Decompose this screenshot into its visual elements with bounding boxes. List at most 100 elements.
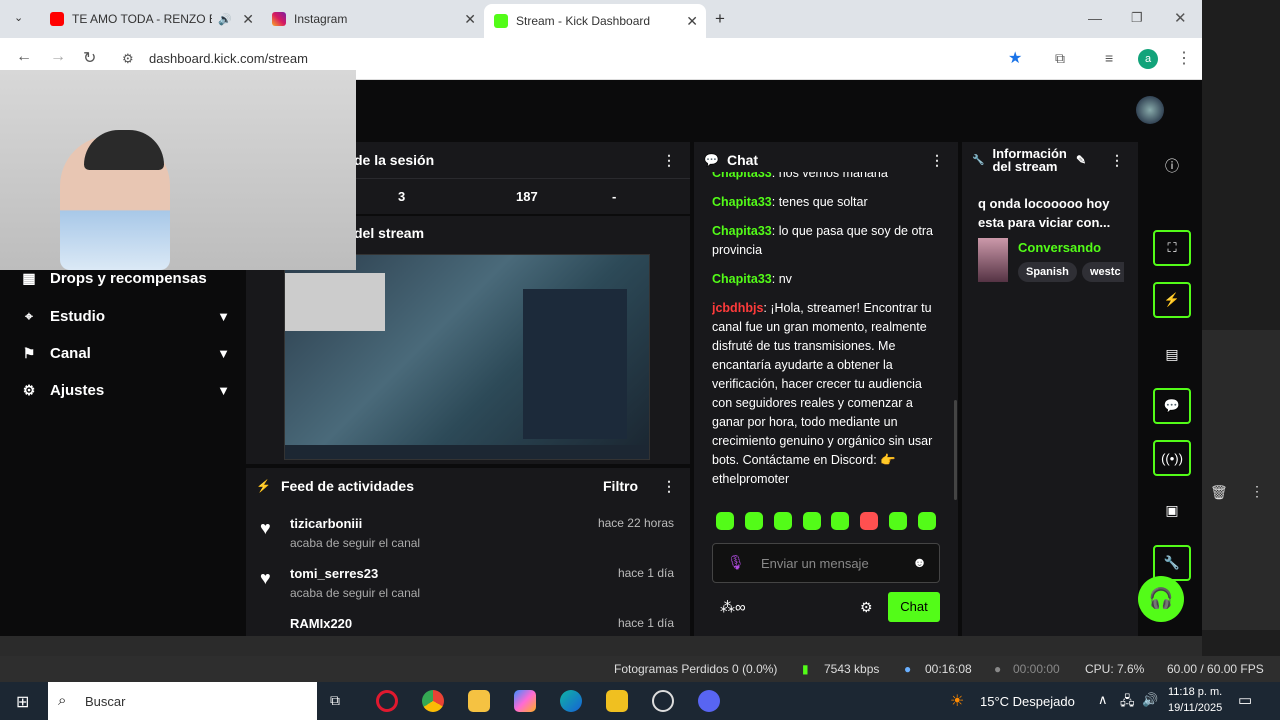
copilot-icon[interactable] (514, 690, 536, 712)
notifications-icon[interactable]: ▭ (1238, 691, 1252, 709)
feed-time: hace 1 día (617, 566, 674, 580)
more-icon[interactable]: ⋮ (930, 152, 944, 169)
profile-avatar[interactable]: a (1138, 49, 1158, 69)
restore-icon[interactable]: ❐ (1131, 10, 1143, 26)
task-view-icon[interactable]: ⧉ (330, 692, 340, 709)
forward-icon[interactable]: → (50, 48, 66, 66)
emote-icon[interactable] (831, 512, 850, 530)
chat-text: nv (778, 272, 792, 286)
dropped-frames: Fotogramas Perdidos 0 (0.0%) (614, 662, 778, 676)
more-icon[interactable]: ⋮ (662, 478, 676, 495)
user-avatar[interactable] (1136, 96, 1164, 124)
chat-input[interactable]: 🎙 Enviar un mensaje ☻ (712, 543, 940, 583)
sidebar-item-canal[interactable]: ⚑ Canal ▼ (20, 345, 230, 362)
trash-icon[interactable]: 🗑 (1210, 484, 1228, 501)
windows-start-icon[interactable]: ⊞ (16, 692, 29, 712)
emote-icon[interactable] (773, 512, 792, 530)
chat-messages[interactable]: Chapita33: nos vemos mañana Chapita33: t… (712, 172, 944, 502)
youtube-icon (50, 12, 64, 26)
tab-youtube[interactable]: TE AMO TODA - RENZO ED 🔊 ✕ (40, 4, 262, 34)
chat-settings-icon[interactable]: ⚙ (860, 599, 873, 616)
obs-icon[interactable] (652, 690, 674, 712)
taskbar-search[interactable]: ⌕ Buscar (48, 682, 317, 720)
chrome-icon[interactable] (422, 690, 444, 712)
chat-username[interactable]: Chapita33 (712, 224, 772, 238)
chat-username[interactable]: jcbdhbjs (712, 301, 763, 315)
discord-icon[interactable] (698, 690, 720, 712)
feed-user[interactable]: tomi_serres23 (290, 566, 378, 581)
tab-instagram[interactable]: Instagram ✕ (262, 4, 484, 34)
back-icon[interactable]: ← (16, 48, 32, 66)
tag-chip[interactable]: Spanish (1018, 262, 1077, 282)
close-tab-icon[interactable]: ✕ (686, 13, 698, 30)
stream-info-header: 🔧 Información del stream ✎ ⋮ (962, 142, 1138, 178)
screenshot-icon[interactable]: ⛶ (1153, 230, 1191, 266)
emote-icon[interactable] (860, 512, 879, 530)
kick-app-icon[interactable] (606, 690, 628, 712)
emote-icon[interactable] (802, 512, 821, 530)
volume-icon[interactable]: 🔊 (1142, 692, 1158, 708)
bookmark-star-icon[interactable]: ★ (1008, 48, 1022, 68)
support-headset-button[interactable]: 🎧 (1138, 576, 1184, 622)
info-icon[interactable]: ⓘ (1153, 148, 1191, 184)
tray-chevron-icon[interactable]: ∧ (1098, 692, 1108, 708)
edge-icon[interactable] (560, 690, 582, 712)
opera-icon[interactable] (376, 690, 398, 712)
stat-value: 187 (516, 189, 538, 204)
chat-username[interactable]: Chapita33 (712, 172, 772, 180)
more-icon[interactable]: ⋮ (662, 152, 676, 169)
sidebar-item-drops[interactable]: ▦ Drops y recompensas (20, 270, 230, 287)
tab-list-chevron-icon[interactable]: ⌄ (14, 11, 23, 24)
layout-icon[interactable]: ▣ (1153, 492, 1191, 528)
chat-scrollbar[interactable] (954, 400, 957, 500)
emote-icon[interactable] (744, 512, 763, 530)
chat-username[interactable]: Chapita33 (712, 195, 772, 209)
close-window-icon[interactable]: ✕ (1174, 9, 1187, 27)
chat-send-button[interactable]: Chat (888, 592, 940, 622)
clock-date[interactable]: 19/11/2025 (1168, 702, 1222, 714)
chat-bubble-icon: 💬 (704, 153, 719, 167)
category-name[interactable]: Conversando (1018, 240, 1101, 255)
network-icon[interactable]: 🖧 (1120, 692, 1135, 714)
chat-username[interactable]: Chapita33 (712, 272, 772, 286)
microphone-icon[interactable]: 🎙 (727, 554, 745, 571)
browser-menu-icon[interactable]: ⋮ (1176, 48, 1192, 68)
chat-message: Chapita33: tenes que soltar (712, 195, 868, 209)
clock-time[interactable]: 11:18 p. m. (1168, 686, 1222, 698)
filter-button[interactable]: Filtro (603, 478, 638, 494)
sidebar-item-label: Ajustes (50, 382, 105, 399)
media-icon[interactable]: ≡ (1105, 50, 1113, 66)
sidebar-item-estudio[interactable]: ⌖ Estudio ▼ (20, 308, 230, 325)
chat-message: Chapita33: nos vemos mañana (712, 172, 944, 183)
lightning-icon[interactable]: ⚡ (1153, 282, 1191, 318)
new-tab-icon[interactable]: + (715, 9, 725, 29)
edit-pencil-icon[interactable]: ✎ (1076, 153, 1086, 167)
sidebar-item-ajustes[interactable]: ⚙ Ajustes ▼ (20, 382, 230, 399)
more-icon[interactable]: ⋮ (1110, 153, 1124, 167)
feed-time: hace 22 horas (597, 516, 674, 530)
emote-icon[interactable] (917, 512, 936, 530)
reload-icon[interactable]: ↻ (83, 48, 96, 68)
feed-user[interactable]: RAMIx220 (290, 616, 352, 631)
weather-text[interactable]: 15°C Despejado (980, 694, 1075, 709)
chat-icon[interactable]: 💬 (1153, 388, 1191, 424)
obs-menu-icon[interactable]: ⋮ (1250, 483, 1264, 500)
close-tab-icon[interactable]: ✕ (464, 11, 476, 28)
file-explorer-icon[interactable] (468, 690, 490, 712)
site-info-icon[interactable]: ⚙ (122, 51, 134, 67)
extensions-icon[interactable]: ⧉ (1055, 50, 1065, 67)
stream-video-preview[interactable] (284, 254, 650, 460)
rewards-icon[interactable]: ⁂∞ (720, 598, 746, 616)
url-field[interactable]: dashboard.kick.com/stream (149, 51, 308, 66)
emote-icon[interactable] (889, 512, 908, 530)
document-icon[interactable]: ▤ (1153, 336, 1191, 372)
tab-title: TE AMO TODA - RENZO ED (72, 12, 212, 26)
tag-chip[interactable]: westc (1082, 262, 1124, 282)
close-tab-icon[interactable]: ✕ (242, 11, 254, 28)
feed-user[interactable]: tizicarboniii (290, 516, 362, 531)
emote-icon[interactable] (716, 512, 734, 530)
emoji-icon[interactable]: ☻ (912, 554, 927, 570)
broadcast-icon[interactable]: ((•)) (1153, 440, 1191, 476)
minimize-icon[interactable]: — (1088, 10, 1102, 26)
tab-kick-active[interactable]: Stream - Kick Dashboard ✕ (484, 4, 706, 38)
